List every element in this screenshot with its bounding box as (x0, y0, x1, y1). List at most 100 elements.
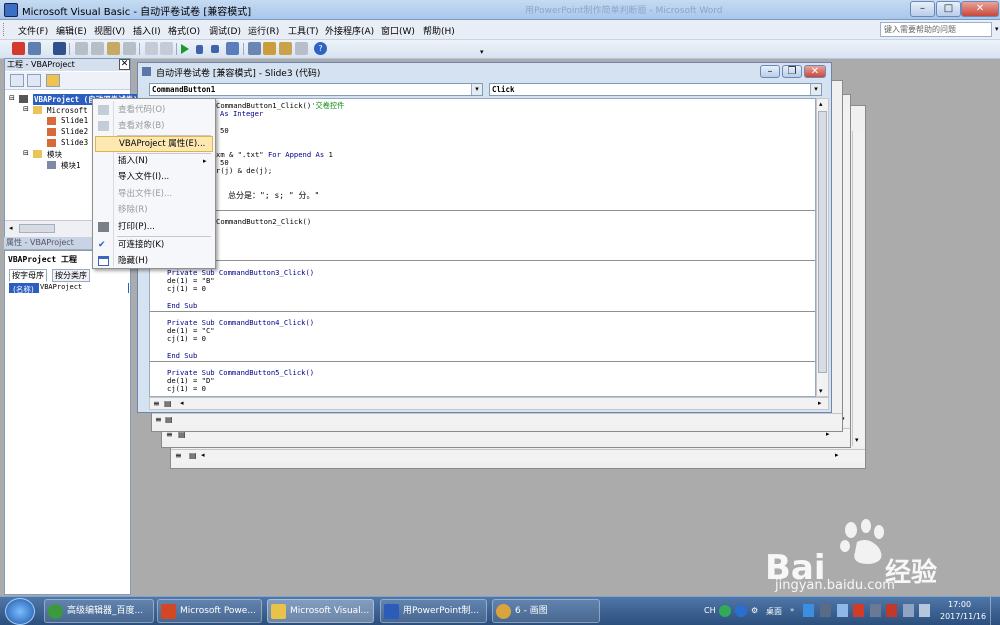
full-module-view-icon[interactable]: ▤ (164, 399, 172, 408)
design-mode-icon[interactable] (226, 42, 239, 55)
menu-view-object[interactable]: 查看对象(B) (95, 118, 213, 134)
view-object-icon[interactable] (27, 74, 41, 87)
procedure-view-icon[interactable]: ≡ (155, 415, 162, 424)
menu-run[interactable]: 运行(R) (248, 24, 279, 37)
run-icon[interactable] (181, 44, 189, 54)
scroll-left-icon[interactable]: ◂ (9, 224, 13, 232)
scroll-right-icon[interactable]: ▸ (835, 451, 839, 459)
code-minimize-button[interactable]: – (760, 65, 780, 78)
menu-debug[interactable]: 调试(D) (209, 24, 241, 37)
code-editor[interactable]: CommandButton1_Click()'交卷控件 As Integer 5… (149, 98, 816, 397)
procedure-dropdown-icon[interactable]: ▾ (810, 84, 821, 95)
close-button[interactable]: ✕ (961, 1, 999, 17)
menu-file[interactable]: 文件(F) (18, 24, 48, 37)
toggle-folders-icon[interactable] (46, 74, 60, 87)
hscrollbar[interactable]: ≡ ▤ ◂ ▸ (171, 449, 865, 462)
scroll-left-icon[interactable]: ◂ (180, 399, 184, 407)
scroll-down-icon[interactable]: ▾ (819, 387, 823, 395)
show-desktop-button[interactable] (990, 597, 1000, 625)
toolbox-icon[interactable] (295, 42, 308, 55)
task-powerpoint[interactable]: Microsoft Powe... (157, 599, 262, 623)
tray-app-icon[interactable] (886, 604, 897, 617)
task-visual-basic[interactable]: Microsoft Visual... (267, 599, 374, 623)
show-desktop-label[interactable]: 桌面 (766, 606, 782, 617)
scroll-up-icon[interactable]: ▴ (819, 100, 823, 108)
vscrollbar[interactable]: ▾ (852, 131, 864, 446)
insert-userform-icon[interactable] (28, 42, 41, 55)
tray-help-icon[interactable] (735, 605, 747, 617)
tray-expand-icon[interactable]: » (790, 606, 794, 614)
collapse-icon[interactable]: ⊟ (23, 149, 29, 157)
collapse-icon[interactable]: ⊟ (9, 94, 15, 102)
ime-indicator[interactable]: CH (704, 606, 716, 615)
object-browser-icon[interactable] (279, 42, 292, 55)
scroll-thumb[interactable] (19, 224, 55, 233)
object-dropdown-icon[interactable]: ▾ (471, 84, 482, 95)
procedure-select[interactable]: Click (489, 83, 822, 96)
task-word[interactable]: 用PowerPoint制... (380, 599, 487, 623)
tree-item-slide2[interactable]: Slide2 (61, 127, 88, 136)
tree-item-slide3[interactable]: Slide3 (61, 138, 88, 147)
undo-icon[interactable] (145, 42, 158, 55)
maximize-button[interactable]: □ (936, 1, 961, 17)
menu-project-properties[interactable]: VBAProject 属性(E)... (95, 136, 213, 152)
toolbar-overflow-icon[interactable]: ▾ (480, 48, 484, 56)
scroll-left-icon[interactable]: ◂ (201, 451, 205, 459)
help-search-input[interactable]: 键入需要帮助的问题 (880, 22, 992, 37)
menu-hide[interactable]: 隐藏(H) (95, 253, 213, 269)
minimize-button[interactable]: – (910, 1, 935, 17)
full-module-view-icon[interactable]: ▤ (189, 451, 197, 460)
properties-object-select[interactable]: VBAProject 工程 (8, 254, 77, 265)
tray-app-icon[interactable] (870, 604, 881, 617)
menu-help[interactable]: 帮助(H) (423, 24, 455, 37)
collapse-icon[interactable]: ⊟ (23, 105, 29, 113)
scroll-down-icon[interactable]: ▾ (855, 436, 859, 444)
tray-app-icon[interactable] (719, 605, 731, 617)
menu-addins[interactable]: 外接程序(A) (325, 24, 374, 37)
code-window-slide3[interactable]: 自动评卷试卷 [兼容模式] - Slide3 (代码) – ❐ ✕ Comman… (137, 62, 832, 413)
tab-alphabetic[interactable]: 按字母序 (9, 269, 47, 282)
menu-tools[interactable]: 工具(T) (288, 24, 319, 37)
property-value[interactable]: VBAProject (39, 283, 128, 293)
view-host-app-icon[interactable] (12, 42, 25, 55)
paste-icon[interactable] (107, 42, 120, 55)
menu-remove[interactable]: 移除(R) (95, 202, 213, 218)
scroll-thumb[interactable] (818, 111, 827, 373)
menu-export-file[interactable]: 导出文件(E)... (95, 186, 213, 202)
menu-edit[interactable]: 编辑(E) (56, 24, 87, 37)
code-restore-button[interactable]: ❐ (782, 65, 802, 78)
tree-item-module1[interactable]: 模块1 (61, 160, 81, 171)
network-icon[interactable] (903, 604, 914, 617)
break-icon[interactable] (196, 45, 203, 54)
object-select[interactable]: CommandButton1 (149, 83, 483, 96)
hscrollbar[interactable]: ≡ ▤ (152, 413, 842, 426)
code-vscrollbar[interactable]: ▴ ▾ (816, 98, 829, 397)
project-explorer-icon[interactable] (248, 42, 261, 55)
help-dropdown-icon[interactable]: ▾ (995, 26, 1000, 33)
tab-categorized[interactable]: 按分类序 (52, 269, 90, 282)
code-close-button[interactable]: ✕ (804, 65, 826, 78)
menu-view-code[interactable]: 查看代码(O) (95, 102, 213, 118)
menu-print[interactable]: 打印(P)... (95, 219, 213, 235)
menu-insert[interactable]: 插入(I) (133, 24, 161, 37)
tray-app-icon[interactable] (803, 604, 814, 617)
code-hscrollbar[interactable]: ≡ ▤ ◂ ▸ (149, 397, 829, 410)
start-button[interactable] (5, 598, 35, 625)
tree-item-slide1[interactable]: Slide1 (61, 116, 88, 125)
task-paint[interactable]: 6 - 画图 (492, 599, 600, 623)
copy-icon[interactable] (91, 42, 104, 55)
menu-dockable[interactable]: ✔ 可连接的(K) (95, 237, 213, 253)
tray-app-icon[interactable] (820, 604, 831, 617)
menu-window[interactable]: 窗口(W) (381, 24, 415, 37)
help-icon[interactable]: ? (314, 42, 327, 55)
save-icon[interactable] (53, 42, 66, 55)
full-module-view-icon[interactable]: ▤ (165, 415, 173, 424)
menu-import-file[interactable]: 导入文件(I)... (95, 169, 213, 185)
reset-icon[interactable] (211, 45, 219, 53)
redo-icon[interactable] (160, 42, 173, 55)
tray-settings-icon[interactable]: ⚙ (751, 606, 758, 615)
tree-item-modules[interactable]: 模块 (47, 149, 62, 160)
tray-app-icon[interactable] (837, 604, 848, 617)
properties-window-icon[interactable] (263, 42, 276, 55)
menu-view[interactable]: 视图(V) (94, 24, 125, 37)
